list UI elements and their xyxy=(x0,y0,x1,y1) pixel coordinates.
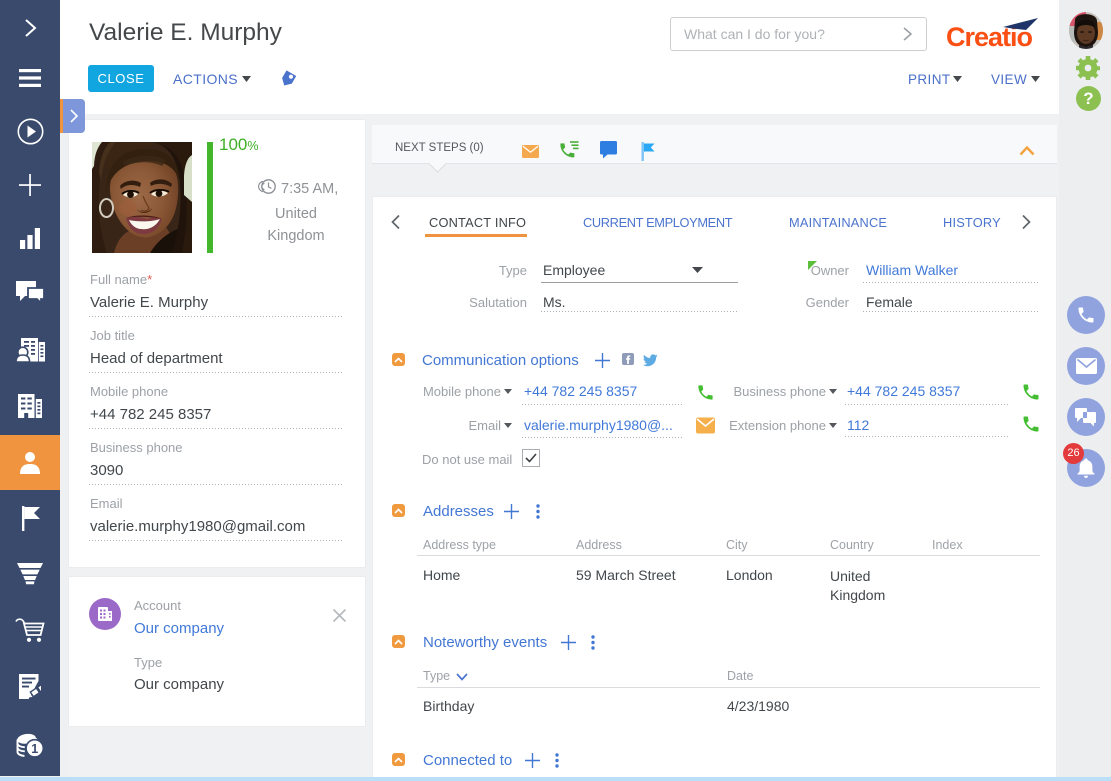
svg-text:1: 1 xyxy=(31,742,38,756)
